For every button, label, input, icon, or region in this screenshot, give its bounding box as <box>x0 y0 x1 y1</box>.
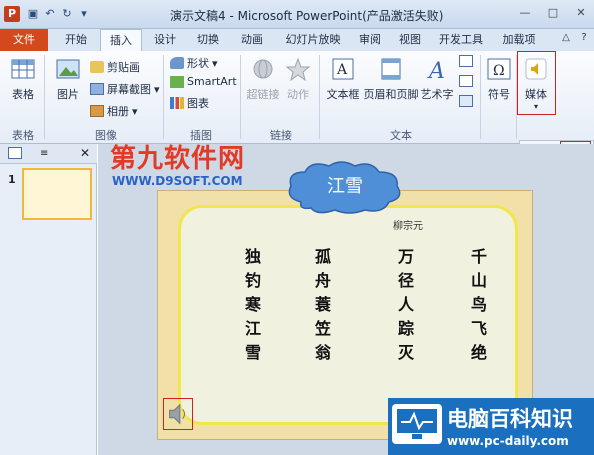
chart-button[interactable]: 图表 <box>170 95 209 111</box>
brand-url: www.pc-daily.com <box>447 434 569 448</box>
poem-line-3: 孤舟蓑笠翁 <box>314 247 331 362</box>
group-label-links: 链接 <box>270 129 292 142</box>
wordart-button[interactable]: A 艺术字 <box>418 57 456 102</box>
slide-content-frame <box>178 205 518 425</box>
slide-number: 1 <box>8 173 16 186</box>
tab-animations[interactable]: 动画 <box>232 29 272 51</box>
ribbon-tabs: 文件 开始 插入 设计 切换 动画 幻灯片放映 审阅 视图 开发工具 加载项 △… <box>0 29 594 51</box>
textbox-icon: A <box>332 58 354 80</box>
tab-slideshow[interactable]: 幻灯片放映 <box>278 29 348 51</box>
window-title: 演示文稿4 - Microsoft PowerPoint(产品激活失败) <box>170 9 444 23</box>
dropdown-arrow-icon: ▾ <box>132 104 138 118</box>
textbox-button[interactable]: A 文本框 <box>323 57 363 102</box>
album-button[interactable]: 相册 ▾ <box>90 103 138 119</box>
slides-tab-icon[interactable] <box>8 147 22 159</box>
date-time-button[interactable] <box>459 55 473 67</box>
watermark-url: WWW.D9SOFT.COM <box>112 174 243 188</box>
dropdown-arrow-icon: ▾ <box>154 82 160 96</box>
screenshot-button[interactable]: 屏幕截图 ▾ <box>90 81 160 97</box>
slide-audio-object[interactable] <box>163 398 193 430</box>
ribbon-controls: △ ? <box>560 32 590 43</box>
speaker-icon <box>169 403 185 425</box>
tab-developer[interactable]: 开发工具 <box>432 29 490 51</box>
smartart-icon <box>170 75 184 88</box>
screenshot-icon <box>90 83 104 95</box>
calendar-icon <box>459 55 473 67</box>
close-panel-icon[interactable]: ✕ <box>80 146 90 160</box>
group-label-text: 文本 <box>390 129 412 142</box>
tab-home[interactable]: 开始 <box>54 29 98 51</box>
symbol-button[interactable]: Ω 符号 <box>484 57 514 102</box>
maximize-icon[interactable]: □ <box>546 6 560 20</box>
hyperlink-button[interactable]: 超链接 <box>245 57 281 102</box>
action-button[interactable]: 动作 <box>283 57 313 102</box>
powerpoint-icon: P <box>4 6 20 22</box>
redo-icon[interactable]: ↻ <box>60 7 74 21</box>
outline-tab-icon[interactable]: ≡ <box>40 148 48 159</box>
object-button[interactable] <box>459 95 473 107</box>
picture-icon <box>56 59 80 79</box>
group-label-table: 表格 <box>12 129 34 142</box>
media-highlight <box>517 51 556 115</box>
chart-icon <box>170 97 184 109</box>
panel-tabs: ≡ ✕ <box>0 144 97 164</box>
save-icon[interactable]: ▣ <box>26 7 40 21</box>
clipart-icon <box>90 61 104 73</box>
monitor-logo-icon <box>392 404 442 444</box>
tab-view[interactable]: 视图 <box>392 29 428 51</box>
tab-file[interactable]: 文件 <box>0 29 48 51</box>
poem-line-4: 独钓寒江雪 <box>244 247 261 362</box>
close-icon[interactable]: ✕ <box>574 6 588 20</box>
slide-number-button[interactable] <box>459 75 473 87</box>
slide-author: 柳宗元 <box>393 221 423 232</box>
action-star-icon <box>285 57 311 82</box>
undo-icon[interactable]: ↶ <box>43 7 57 21</box>
svg-text:A: A <box>336 62 348 78</box>
shapes-button[interactable]: 形状 ▾ <box>170 55 218 71</box>
slide-title: 江雪 <box>327 176 363 197</box>
slide-thumbnail[interactable] <box>22 168 92 220</box>
header-footer-button[interactable]: 页眉和页脚 <box>363 57 419 102</box>
window-controls: — □ ✕ <box>518 6 588 20</box>
customize-qat-icon[interactable]: ▾ <box>77 7 91 21</box>
quick-access-toolbar: ▣ ↶ ↻ ▾ <box>26 6 91 22</box>
svg-text:Ω: Ω <box>493 63 505 79</box>
poem-line-2: 万径人踪灭 <box>397 247 414 362</box>
tab-addins[interactable]: 加载项 <box>494 29 544 51</box>
dropdown-arrow-icon: ▾ <box>212 56 218 70</box>
poem-line-1: 千山鸟飞绝 <box>470 247 487 362</box>
tab-transitions[interactable]: 切换 <box>188 29 228 51</box>
tab-review[interactable]: 审阅 <box>352 29 388 51</box>
slide-thumbnail-panel: ≡ ✕ 1 <box>0 144 97 455</box>
title-bar: P ▣ ↶ ↻ ▾ 演示文稿4 - Microsoft PowerPoint(产… <box>0 0 594 29</box>
table-icon <box>11 59 35 79</box>
minimize-icon[interactable]: — <box>518 6 532 20</box>
smartart-button[interactable]: SmartArt <box>170 75 237 88</box>
clipart-button[interactable]: 剪贴画 <box>90 59 140 75</box>
watermark-logo: 第九软件网 <box>110 144 246 174</box>
album-icon <box>90 105 104 117</box>
omega-icon: Ω <box>487 58 511 80</box>
tab-design[interactable]: 设计 <box>146 29 184 51</box>
wordart-icon: A <box>427 59 445 84</box>
table-button[interactable]: 表格 <box>6 57 40 102</box>
brand-name: 电脑百科知识 <box>447 407 573 431</box>
header-footer-icon <box>381 58 401 80</box>
hash-icon <box>459 75 473 87</box>
svg-text:A: A <box>427 59 445 81</box>
picture-button[interactable]: 图片 <box>50 57 86 102</box>
globe-link-icon <box>253 59 273 79</box>
object-icon <box>459 95 473 107</box>
help-icon[interactable]: ? <box>578 32 590 43</box>
collapse-ribbon-icon[interactable]: △ <box>560 32 572 43</box>
shapes-icon <box>170 57 184 69</box>
ribbon: 表格 表格 图片 剪贴画 屏幕截图 ▾ 相册 ▾ 图像 形状 ▾ SmartArt 图… <box>0 51 594 144</box>
tab-insert[interactable]: 插入 <box>100 29 142 51</box>
